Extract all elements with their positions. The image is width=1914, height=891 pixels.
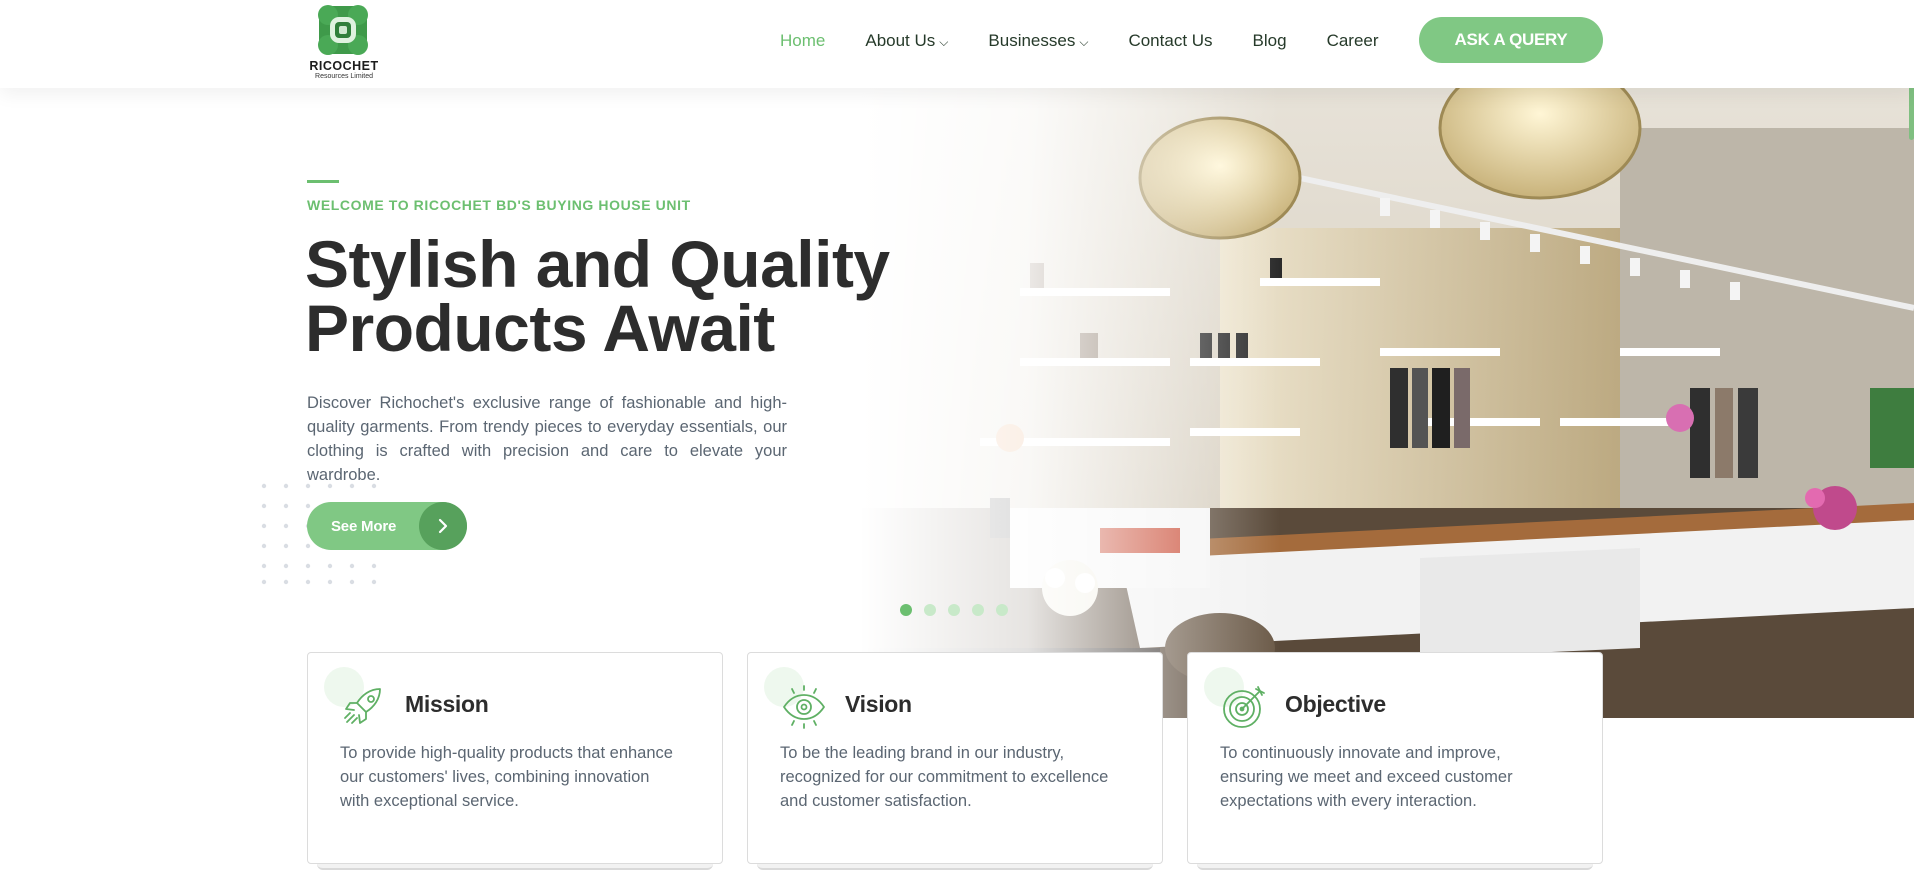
logo-tagline: Resources Limited xyxy=(315,73,373,80)
chevron-down-icon: ⌵ xyxy=(1079,34,1089,49)
nav-label: Contact Us xyxy=(1128,31,1213,50)
site-header: RICOCHET Resources Limited Home About Us… xyxy=(0,0,1914,88)
nav-about-us[interactable]: About Us ⌵ xyxy=(865,31,948,51)
nav-blog[interactable]: Blog xyxy=(1253,31,1287,51)
nav-label: About Us xyxy=(865,31,936,50)
kicker-accent-line xyxy=(307,180,339,183)
logo-name: RICOCHET xyxy=(309,59,379,73)
nav-home[interactable]: Home xyxy=(780,31,825,51)
vision-card: Vision To be the leading brand in our in… xyxy=(747,652,1163,864)
nav-label: Blog xyxy=(1252,31,1287,50)
slider-dot[interactable] xyxy=(972,604,984,616)
hero-slider-dots xyxy=(900,604,1020,616)
slider-dot[interactable] xyxy=(996,604,1008,616)
hero-kicker: WELCOME TO RICOCHET BD'S BUYING HOUSE UN… xyxy=(307,197,691,213)
card-text: To continuously innovate and improve, en… xyxy=(1220,744,1513,810)
hero-title: Stylish and Quality Products Await xyxy=(305,227,890,365)
card-text: To be the leading brand in our industry,… xyxy=(780,744,1109,810)
nav-contact-us[interactable]: Contact Us xyxy=(1128,31,1212,51)
mission-card: Mission To provide high-quality products… xyxy=(307,652,723,864)
chevron-down-icon: ⌵ xyxy=(939,34,949,49)
nav-career[interactable]: Career xyxy=(1327,31,1379,51)
nav-businesses[interactable]: Businesses ⌵ xyxy=(988,31,1088,51)
chevron-right-icon xyxy=(419,502,467,550)
nav-label: Career xyxy=(1326,31,1379,50)
rocket-icon xyxy=(344,688,381,724)
slider-dot[interactable] xyxy=(924,604,936,616)
eye-icon xyxy=(783,685,825,729)
card-title: Objective xyxy=(1285,691,1386,717)
hero-description: Discover Richochet's exclusive range of … xyxy=(307,394,787,484)
slider-dot[interactable] xyxy=(948,604,960,616)
see-more-label: See More xyxy=(331,517,397,535)
nav-label: Businesses xyxy=(988,31,1076,50)
target-icon xyxy=(1223,686,1265,728)
nav-label: Home xyxy=(780,31,826,50)
card-title: Vision xyxy=(845,691,912,717)
objective-card: Objective To continuously innovate and i… xyxy=(1187,652,1603,864)
slider-dot[interactable] xyxy=(900,604,912,616)
ricochet-logo[interactable]: RICOCHET Resources Limited xyxy=(306,3,382,81)
ask-a-query-button[interactable]: ASK A QUERY xyxy=(1419,17,1603,63)
card-title: Mission xyxy=(405,691,489,717)
logo-mark-icon xyxy=(318,5,368,55)
hero-image-fade xyxy=(860,88,1280,718)
see-more-button[interactable]: See More xyxy=(307,502,467,550)
main-nav: Home About Us ⌵ Businesses ⌵ Contact Us Bl… xyxy=(780,30,1419,52)
card-text: To provide high-quality products that en… xyxy=(340,744,673,810)
